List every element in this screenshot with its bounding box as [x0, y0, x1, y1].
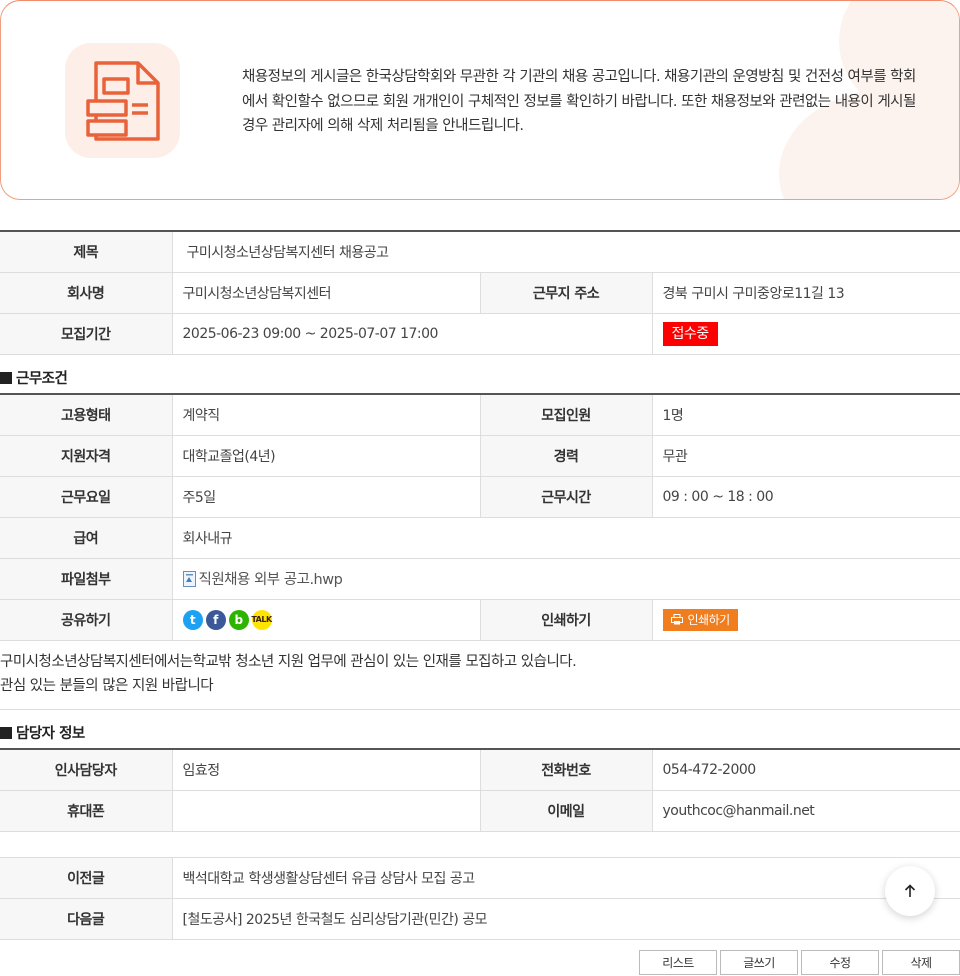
title-label: 제목 [0, 231, 173, 273]
salary-value: 회사내규 [172, 517, 960, 559]
twitter-share-icon[interactable]: t [182, 609, 203, 630]
action-buttons: 리스트 글쓰기 수정 삭제 [639, 950, 960, 975]
notice-banner: 채용정보의 게시글은 한국상담학회와 무관한 각 기관의 채용 공고입니다. 채… [0, 0, 960, 200]
file-cell: 직원채용 외부 공고.hwp [172, 558, 960, 600]
printer-icon [670, 614, 683, 625]
delete-button[interactable]: 삭제 [882, 950, 960, 975]
manager-value: 임효정 [172, 749, 481, 791]
write-button[interactable]: 글쓰기 [720, 950, 798, 975]
notice-text: 채용정보의 게시글은 한국상담학회와 무관한 각 기관의 채용 공고입니다. 채… [242, 69, 916, 134]
headcount-label: 모집인원 [480, 394, 653, 436]
share-label: 공유하기 [0, 599, 173, 641]
edit-button[interactable]: 수정 [801, 950, 879, 975]
conditions-section-title: 근무조건 [0, 367, 68, 388]
share-cell: t f b TALK [172, 599, 481, 641]
employment-value: 계약직 [172, 394, 481, 436]
facebook-share-icon[interactable]: f [205, 609, 226, 630]
address-value: 경북 구미시 구미중앙로11길 13 [652, 272, 960, 314]
contact-section-title: 담당자 정보 [0, 722, 85, 743]
contact-table: 인사담당자 임효정 전화번호 054-472-2000 휴대폰 이메일 yout… [0, 748, 960, 832]
qualification-label: 지원자격 [0, 435, 173, 477]
workdays-value: 주5일 [172, 476, 481, 518]
square-bullet-icon [0, 372, 12, 384]
prev-label: 이전글 [0, 857, 173, 899]
mobile-label: 휴대폰 [0, 790, 173, 832]
print-button[interactable]: 인쇄하기 [662, 608, 738, 631]
list-button[interactable]: 리스트 [639, 950, 717, 975]
period-value: 2025-06-23 09:00 ~ 2025-07-07 17:00 [172, 313, 653, 355]
print-cell: 인쇄하기 [652, 599, 960, 641]
headcount-value: 1명 [652, 394, 960, 436]
email-label: 이메일 [480, 790, 653, 832]
square-bullet-icon [0, 727, 12, 739]
manager-label: 인사담당자 [0, 749, 173, 791]
phone-value: 054-472-2000 [652, 749, 960, 791]
hours-value: 09 : 00 ~ 18 : 00 [652, 476, 960, 518]
workdays-label: 근무요일 [0, 476, 173, 518]
next-label: 다음글 [0, 898, 173, 940]
qualification-value: 대학교졸업(4년) [172, 435, 481, 477]
scroll-top-button[interactable] [885, 866, 935, 916]
period-label: 모집기간 [0, 313, 173, 355]
divider [0, 709, 960, 710]
career-value: 무관 [652, 435, 960, 477]
body-line: 관심 있는 분들의 많은 지원 바랍니다 [0, 678, 214, 694]
career-label: 경력 [480, 435, 653, 477]
post-title: 구미시청소년상담복지센터 채용공고 [172, 231, 960, 273]
file-label: 파일첨부 [0, 558, 173, 600]
next-post-link[interactable]: [철도공사] 2025년 한국철도 심리상담기관(민간) 공모 [172, 898, 960, 940]
arrow-up-icon [904, 884, 916, 897]
hwp-file-icon [182, 571, 196, 587]
company-value: 구미시청소년상담복지센터 [172, 272, 481, 314]
company-label: 회사명 [0, 272, 173, 314]
document-icon [65, 43, 180, 158]
phone-label: 전화번호 [480, 749, 653, 791]
status-cell: 접수중 [652, 313, 960, 355]
print-label: 인쇄하기 [480, 599, 653, 641]
conditions-table: 고용형태 계약직 모집인원 1명 지원자격 대학교졸업(4년) 경력 무관 근무… [0, 393, 960, 641]
post-body: 구미시청소년상담복지센터에서는학교밖 청소년 지원 업무에 관심이 있는 인재를… [0, 650, 960, 698]
email-value: youthcoc@hanmail.net [652, 790, 960, 832]
post-info-table: 제목 구미시청소년상담복지센터 채용공고 회사명 구미시청소년상담복지센터 근무… [0, 230, 960, 355]
mobile-value [172, 790, 481, 832]
employment-label: 고용형태 [0, 394, 173, 436]
band-share-icon[interactable]: b [228, 609, 249, 630]
attached-file-link[interactable]: 직원채용 외부 공고.hwp [199, 572, 343, 588]
prev-post-link[interactable]: 백석대학교 학생생활상담센터 유급 상담사 모집 공고 [172, 857, 960, 899]
hours-label: 근무시간 [480, 476, 653, 518]
address-label: 근무지 주소 [480, 272, 653, 314]
body-line: 구미시청소년상담복지센터에서는학교밖 청소년 지원 업무에 관심이 있는 인재를… [0, 654, 577, 670]
salary-label: 급여 [0, 517, 173, 559]
kakaotalk-share-icon[interactable]: TALK [251, 609, 272, 630]
post-nav-table: 이전글 백석대학교 학생생활상담센터 유급 상담사 모집 공고 다음글 [철도공… [0, 857, 960, 940]
status-badge: 접수중 [662, 321, 718, 346]
